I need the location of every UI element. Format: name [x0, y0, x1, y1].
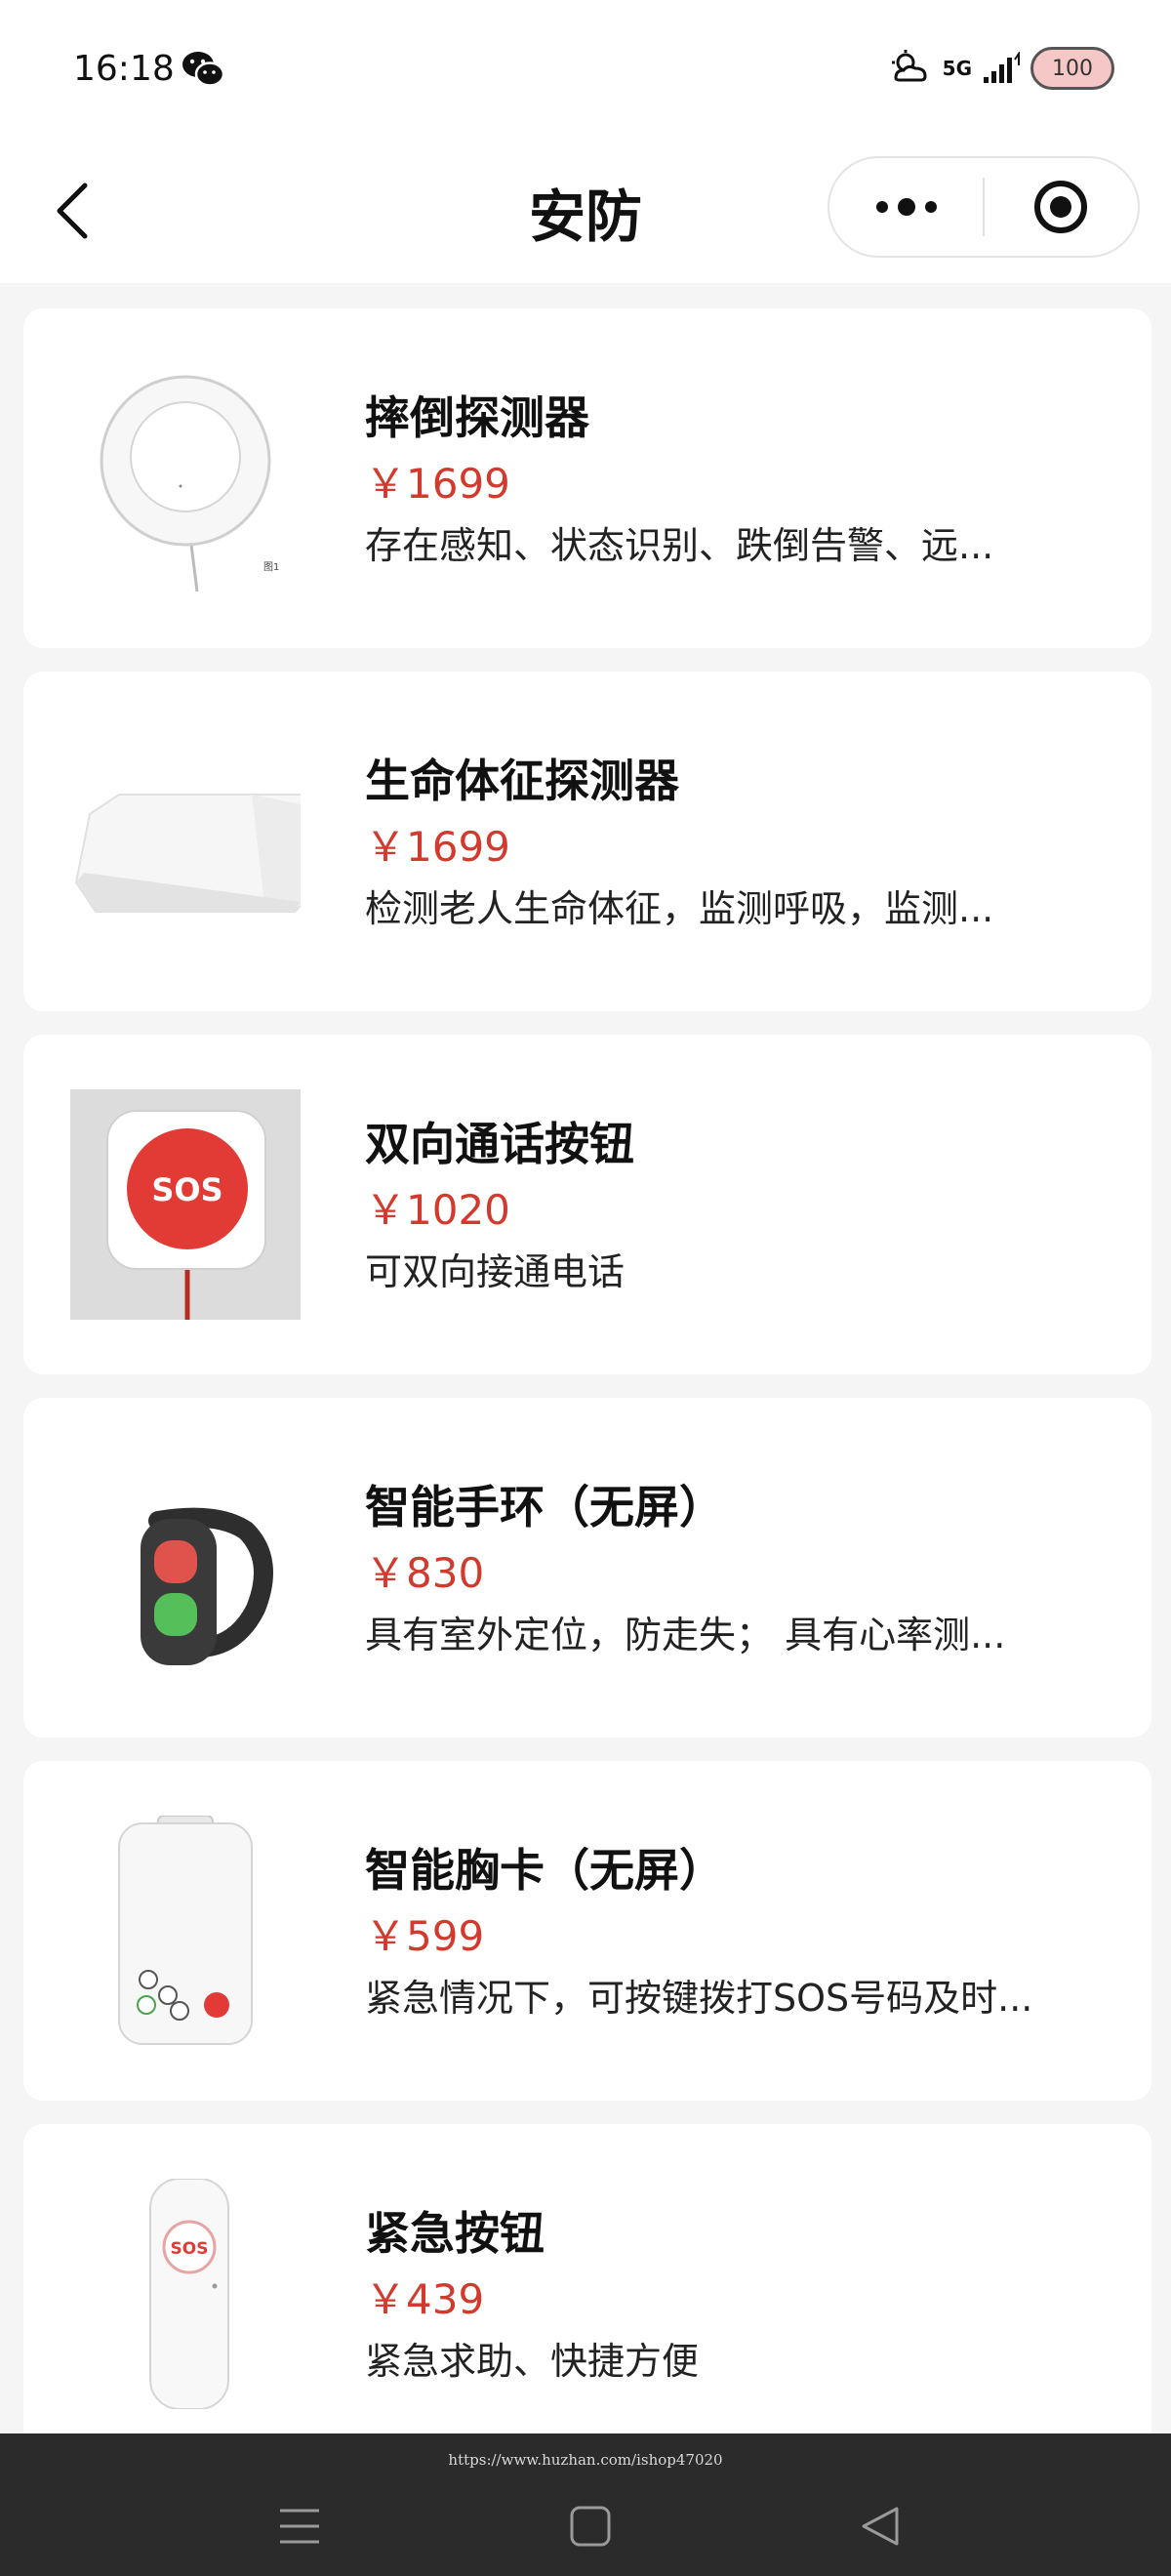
product-price: ￥1020 [365, 1186, 510, 1234]
status-indicators: 5G 100 [888, 44, 1114, 93]
sos-call-button-image: SOS [70, 1089, 301, 1320]
chevron-left-icon [57, 183, 88, 239]
status-bar: 16:18 5G 100 [0, 0, 1171, 142]
product-name: 紧急按钮 [365, 2207, 545, 2260]
product-description: 具有室外定位，防走失； 具有心率测... [365, 1614, 1006, 1656]
product-description: 存在感知、状态识别、跌倒告警、远... [365, 524, 994, 567]
product-price: ￥1699 [365, 460, 510, 508]
smart-badge-image [118, 1816, 253, 2045]
back-button[interactable] [44, 177, 102, 245]
close-miniprogram-button[interactable] [985, 158, 1138, 256]
target-close-icon [1034, 181, 1088, 233]
product-card[interactable]: SOS 双向通话按钮 ￥1020 可双向接通电话 [23, 1035, 1151, 1374]
more-dots-icon [875, 198, 937, 216]
product-price: ￥439 [365, 2275, 485, 2323]
product-description: 检测老人生命体征，监测呼吸，监测... [365, 887, 994, 930]
product-card[interactable]: 生命体征探测器 ￥1699 检测老人生命体征，监测呼吸，监测... [23, 672, 1151, 1011]
product-description: 可双向接通电话 [365, 1250, 626, 1293]
system-navigation-bar: https://www.huzhan.com/ishop47020 [0, 2433, 1171, 2576]
product-list: 图1 摔倒探测器 ￥1699 存在感知、状态识别、跌倒告警、远... 生命体征探… [23, 308, 1151, 2487]
vital-signs-detector-image [74, 794, 301, 913]
more-button[interactable] [829, 158, 983, 256]
product-description: 紧急情况下，可按键拨打SOS号码及时... [365, 1977, 1033, 2020]
product-price: ￥1699 [365, 823, 510, 871]
battery-indicator: 100 [1030, 47, 1114, 90]
signal-icon [984, 52, 1020, 83]
fall-detector-image: 图1 [100, 375, 279, 593]
product-description: 紧急求助、快捷方便 [365, 2340, 700, 2383]
product-name: 摔倒探测器 [365, 391, 589, 444]
sos-label: SOS [171, 2239, 209, 2259]
sos-label: SOS [151, 1171, 222, 1208]
product-card[interactable]: SOS 紧急按钮 ￥439 紧急求助、快捷方便 [23, 2124, 1151, 2464]
triangle-back-icon [862, 2507, 899, 2546]
image-caption: 图1 [263, 561, 279, 573]
menu-icon [280, 2509, 319, 2544]
home-square-icon [570, 2506, 611, 2547]
product-card[interactable]: 图1 摔倒探测器 ￥1699 存在感知、状态识别、跌倒告警、远... [23, 308, 1151, 648]
menu-button[interactable] [265, 2492, 334, 2560]
wechat-icon [182, 52, 225, 87]
home-button[interactable] [556, 2492, 625, 2560]
product-card[interactable]: 智能胸卡（无屏） ￥599 紧急情况下，可按键拨打SOS号码及时... [23, 1761, 1151, 2101]
navigation-bar: 安防 [0, 142, 1171, 283]
emergency-button-image: SOS [149, 2179, 229, 2409]
mini-program-capsule [828, 156, 1140, 258]
page-title: 安防 [528, 184, 642, 250]
product-name: 双向通话按钮 [365, 1118, 634, 1170]
product-name: 生命体征探测器 [365, 755, 679, 807]
weather-icon [891, 50, 927, 82]
product-card[interactable]: 智能手环（无屏） ￥830 具有室外定位，防走失； 具有心率测... [23, 1398, 1151, 1738]
smart-bracelet-image [141, 1507, 273, 1665]
network-type: 5G [942, 57, 972, 80]
back-system-button[interactable] [845, 2492, 913, 2560]
product-name: 智能胸卡（无屏） [365, 1844, 724, 1897]
watermark-text: https://www.huzhan.com/ishop47020 [448, 2451, 723, 2469]
status-time: 16:18 [73, 49, 175, 89]
product-price: ￥599 [365, 1912, 485, 1960]
product-price: ￥830 [365, 1549, 485, 1597]
battery-level: 100 [1052, 56, 1093, 81]
product-name: 智能手环（无屏） [365, 1481, 724, 1533]
